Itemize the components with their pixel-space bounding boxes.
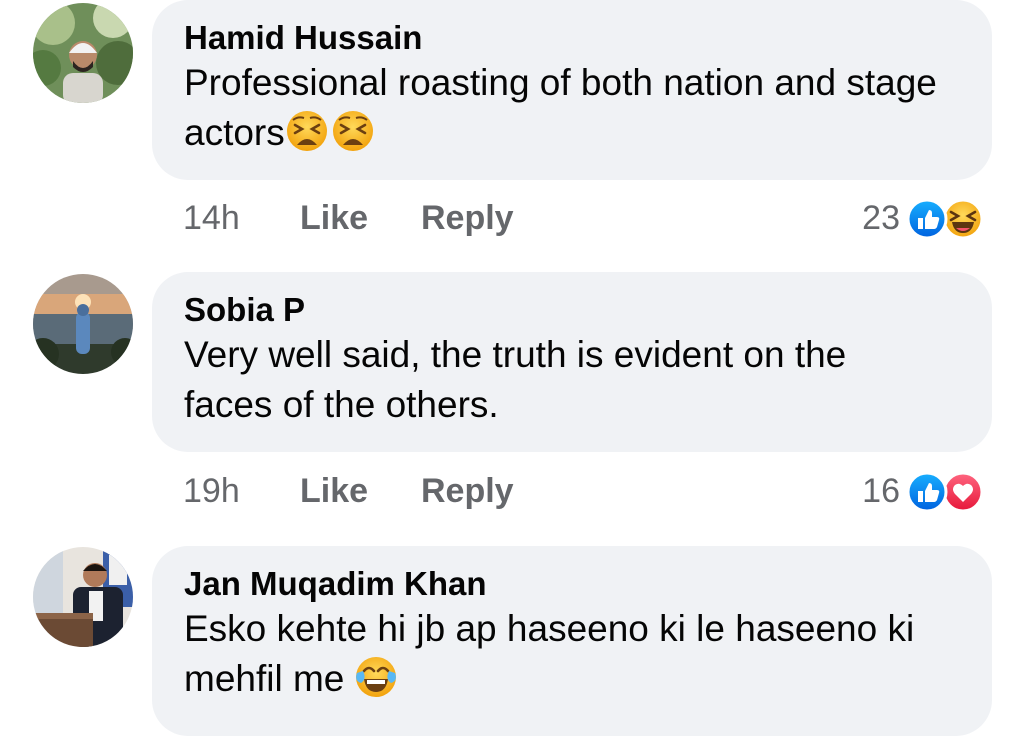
love-reaction-icon [942,471,984,513]
comment-actions: 14h Like Reply [183,196,583,240]
comment-text: Very well said, the truth is evident on … [184,330,944,430]
comment-bubble: Hamid Hussain Professional roasting of b… [152,0,992,180]
comment-text: Esko kehte hi jb ap haseeno ki le haseen… [184,604,954,704]
reaction-summary[interactable]: 23 [832,196,992,240]
like-button[interactable]: Like [300,469,368,513]
reaction-count: 23 [862,199,900,237]
comment-author[interactable]: Hamid Hussain [184,18,960,58]
avatar[interactable] [33,3,133,103]
reply-button[interactable]: Reply [421,469,514,513]
reaction-count: 16 [862,472,900,510]
comment-actions: 19h Like Reply [183,469,583,513]
comment-author[interactable]: Jan Muqadim Khan [184,564,960,604]
reply-button[interactable]: Reply [421,196,514,240]
comment-timestamp[interactable]: 19h [183,469,240,513]
comment-bubble: Jan Muqadim Khan Esko kehte hi jb ap has… [152,546,992,736]
comment-timestamp[interactable]: 14h [183,196,240,240]
avatar[interactable] [33,547,133,647]
haha-reaction-icon [942,198,984,240]
comment-body: Very well said, the truth is evident on … [184,334,847,425]
comment-author[interactable]: Sobia P [184,290,960,330]
tears-of-joy-icon [356,657,397,697]
comment-text: Professional roasting of both nation and… [184,58,944,158]
like-button[interactable]: Like [300,196,368,240]
like-reaction-icon [906,198,948,240]
weary-face-icon [332,111,373,151]
reaction-summary[interactable]: 16 [832,469,992,513]
comment-bubble: Sobia P Very well said, the truth is evi… [152,272,992,452]
like-reaction-icon [906,471,948,513]
weary-face-icon [286,111,327,151]
avatar[interactable] [33,274,133,374]
comment-body: Esko kehte hi jb ap haseeno ki le haseen… [184,608,915,699]
